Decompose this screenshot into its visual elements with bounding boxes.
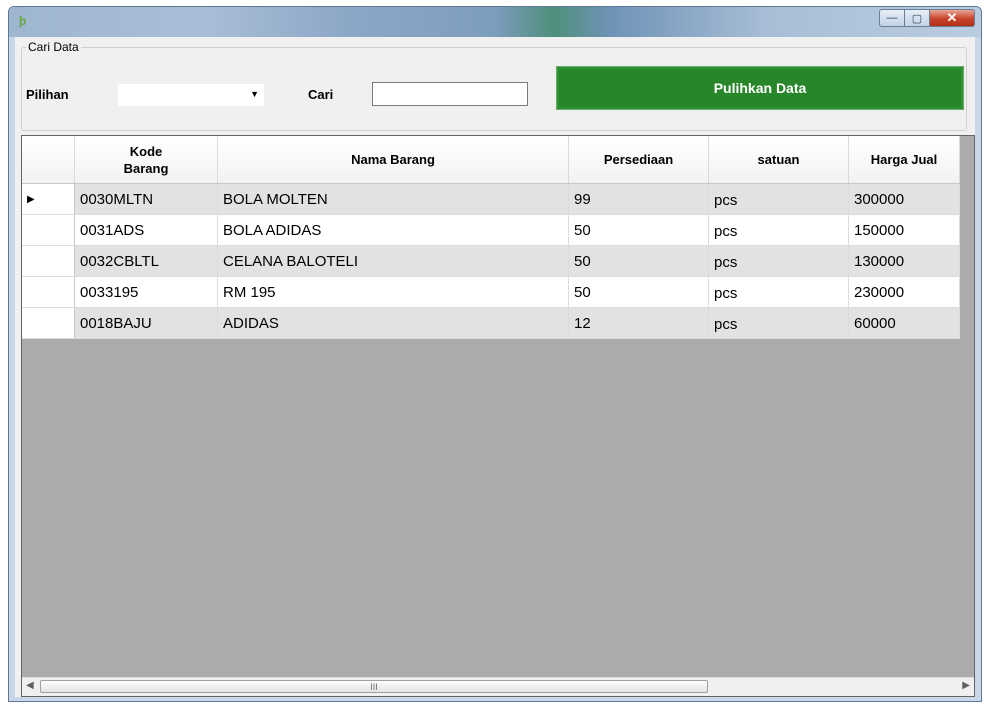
column-header-kode-barang[interactable]: Kode Barang	[74, 136, 218, 184]
cell-persediaan[interactable]: 50	[568, 214, 709, 246]
row-header-corner	[22, 136, 75, 184]
cari-input[interactable]	[372, 82, 528, 106]
table-row[interactable]: 0031ADS BOLA ADIDAS 50 pcs 150000	[22, 214, 960, 246]
cell-nama-barang[interactable]: ADIDAS	[217, 307, 569, 339]
table-row[interactable]: ▶ 0030MLTN BOLA MOLTEN 99 pcs 300000	[22, 183, 960, 215]
window-controls: — ▢ ✕	[879, 9, 975, 27]
cari-label: Cari	[308, 87, 334, 102]
header-row: Kode Barang Nama Barang Persediaan satua…	[22, 136, 960, 184]
main-window: ϸ — ▢ ✕ Cari Data Pilihan ▼ Cari Pulihka…	[8, 6, 982, 702]
row-header[interactable]	[22, 214, 75, 246]
scroll-right-arrow-icon[interactable]: ▶	[962, 680, 970, 691]
scrollbar-grip-icon: III	[370, 681, 378, 692]
dropdown-arrow-icon[interactable]: ▼	[250, 89, 259, 99]
client-area: Cari Data Pilihan ▼ Cari Pulihkan Data K…	[15, 37, 975, 697]
app-logo-icon: ϸ	[19, 14, 27, 28]
cell-satuan[interactable]: pcs	[708, 214, 849, 246]
search-groupbox: Cari Data Pilihan ▼ Cari Pulihkan Data	[21, 40, 967, 131]
minimize-button[interactable]: —	[879, 9, 905, 27]
title-bar[interactable]: ϸ — ▢ ✕	[9, 7, 981, 37]
table-row[interactable]: 0033195 RM 195 50 pcs 230000	[22, 276, 960, 308]
scroll-left-arrow-icon[interactable]: ◀	[26, 680, 34, 691]
row-header[interactable]	[22, 307, 75, 339]
column-header-satuan[interactable]: satuan	[708, 136, 849, 184]
cell-kode-barang[interactable]: 0032CBLTL	[74, 245, 218, 277]
cell-nama-barang[interactable]: CELANA BALOTELI	[217, 245, 569, 277]
maximize-button[interactable]: ▢	[904, 9, 930, 27]
pilihan-label: Pilihan	[26, 87, 69, 102]
cell-harga-jual[interactable]: 130000	[848, 245, 960, 277]
cell-satuan[interactable]: pcs	[708, 276, 849, 308]
row-header[interactable]	[22, 245, 75, 277]
minimize-icon: —	[886, 12, 898, 24]
cell-kode-barang[interactable]: 0018BAJU	[74, 307, 218, 339]
table-row[interactable]: 0018BAJU ADIDAS 12 pcs 60000	[22, 307, 960, 339]
cell-kode-barang[interactable]: 0033195	[74, 276, 218, 308]
cell-kode-barang[interactable]: 0030MLTN	[74, 183, 218, 215]
cell-kode-barang[interactable]: 0031ADS	[74, 214, 218, 246]
cell-persediaan[interactable]: 50	[568, 276, 709, 308]
grid-table: Kode Barang Nama Barang Persediaan satua…	[22, 136, 960, 339]
cell-nama-barang[interactable]: RM 195	[217, 276, 569, 308]
close-icon: ✕	[946, 10, 958, 25]
scrollbar-thumb[interactable]: III	[40, 680, 708, 693]
cell-satuan[interactable]: pcs	[708, 183, 849, 215]
column-header-persediaan[interactable]: Persediaan	[568, 136, 709, 184]
cell-persediaan[interactable]: 50	[568, 245, 709, 277]
maximize-icon: ▢	[911, 12, 923, 25]
cell-nama-barang[interactable]: BOLA ADIDAS	[217, 214, 569, 246]
cell-nama-barang[interactable]: BOLA MOLTEN	[217, 183, 569, 215]
pulihkan-data-label: Pulihkan Data	[713, 80, 807, 96]
data-grid[interactable]: Kode Barang Nama Barang Persediaan satua…	[21, 135, 975, 697]
groupbox-title: Cari Data	[26, 40, 81, 54]
pilihan-combobox[interactable]: ▼	[118, 84, 264, 106]
row-header[interactable]	[22, 276, 75, 308]
current-row-indicator-icon[interactable]: ▶	[22, 183, 75, 215]
cell-harga-jual[interactable]: 230000	[848, 276, 960, 308]
close-button[interactable]: ✕	[929, 9, 975, 27]
column-header-nama-barang[interactable]: Nama Barang	[217, 136, 569, 184]
horizontal-scrollbar[interactable]: ◀ III ▶	[22, 677, 974, 696]
cell-satuan[interactable]: pcs	[708, 307, 849, 339]
cell-persediaan[interactable]: 12	[568, 307, 709, 339]
pulihkan-data-button[interactable]: Pulihkan Data	[556, 66, 964, 110]
table-row[interactable]: 0032CBLTL CELANA BALOTELI 50 pcs 130000	[22, 245, 960, 277]
cell-satuan[interactable]: pcs	[708, 245, 849, 277]
cell-harga-jual[interactable]: 60000	[848, 307, 960, 339]
cell-harga-jual[interactable]: 300000	[848, 183, 960, 215]
cell-persediaan[interactable]: 99	[568, 183, 709, 215]
column-header-harga-jual[interactable]: Harga Jual	[848, 136, 960, 184]
cell-harga-jual[interactable]: 150000	[848, 214, 960, 246]
